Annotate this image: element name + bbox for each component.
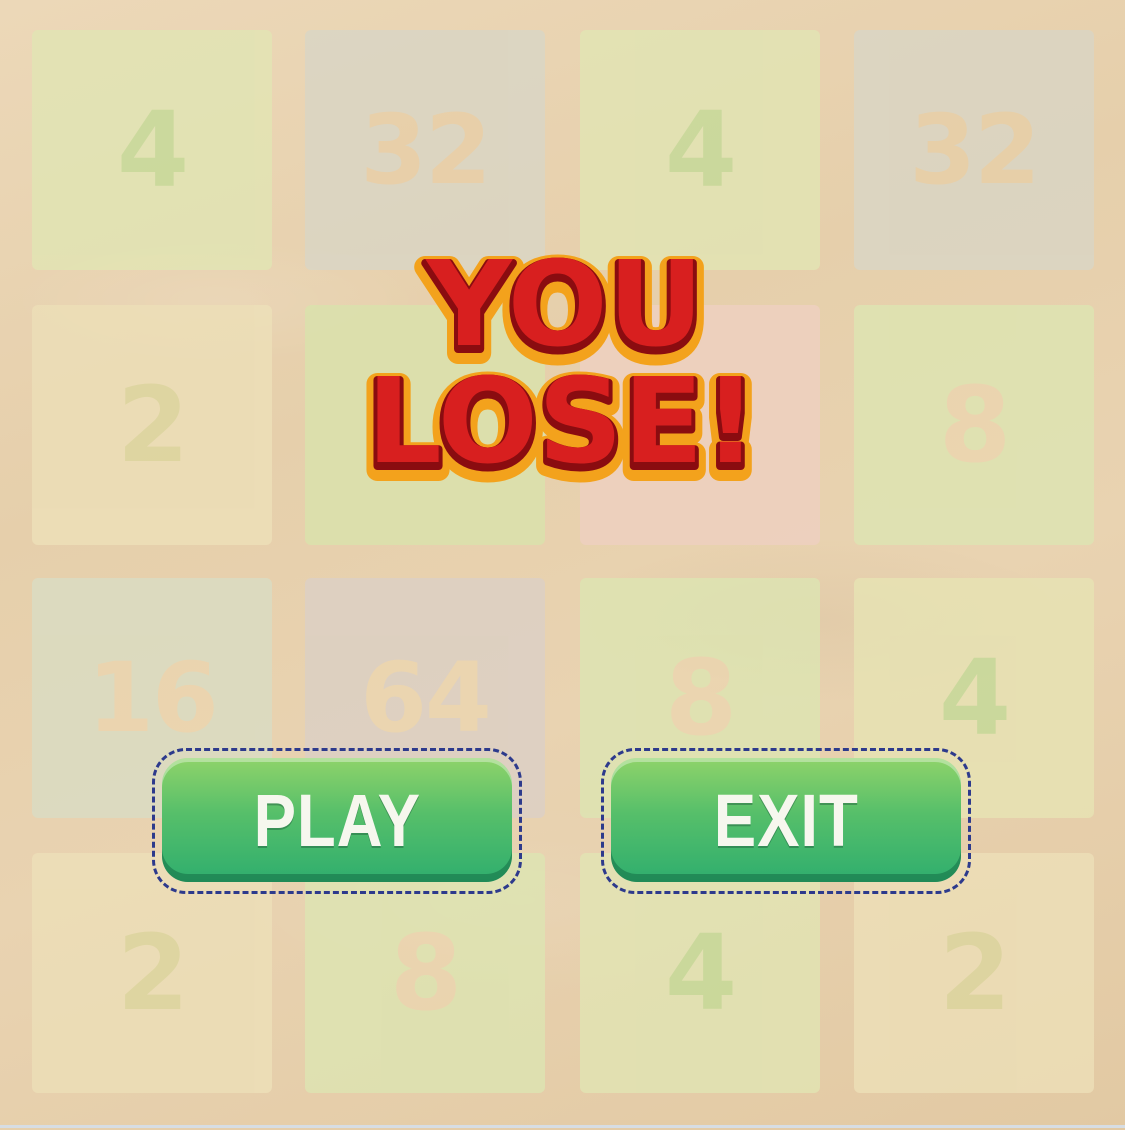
tile-r0-c2: 4 [580,30,820,270]
exit-button-face[interactable]: EXIT [611,758,961,882]
tile-value: 2 [116,364,189,486]
tile-r0-c1: 32 [305,30,545,270]
play-button-face[interactable]: PLAY [162,758,512,882]
tile-value: 32 [909,94,1041,206]
exit-button[interactable]: EXIT [601,748,971,894]
tile-r1-c2 [580,305,820,545]
tile-value: 2 [116,912,189,1034]
bottom-divider [0,1125,1125,1128]
tile-value: 16 [87,642,219,754]
play-button[interactable]: PLAY [152,748,522,894]
tile-value: 2 [938,912,1011,1034]
tile-value: 8 [389,912,462,1034]
play-button-label: PLAY [253,778,421,862]
tile-r1-c0: 2 [32,305,272,545]
game-board: 4 32 4 32 2 8 16 64 8 4 2 8 4 2 [0,0,1125,1130]
tile-r1-c3: 8 [854,305,1094,545]
tile-value: 64 [360,642,492,754]
tile-value: 4 [664,912,737,1034]
tile-value: 32 [360,94,492,206]
tile-value: 4 [116,89,189,211]
exit-button-label: EXIT [713,778,859,862]
tile-r0-c0: 4 [32,30,272,270]
tile-r0-c3: 32 [854,30,1094,270]
tile-value: 4 [664,89,737,211]
tile-value: 8 [938,364,1011,486]
tile-r1-c1 [305,305,545,545]
tile-value: 4 [938,637,1011,759]
tile-value: 8 [664,637,737,759]
